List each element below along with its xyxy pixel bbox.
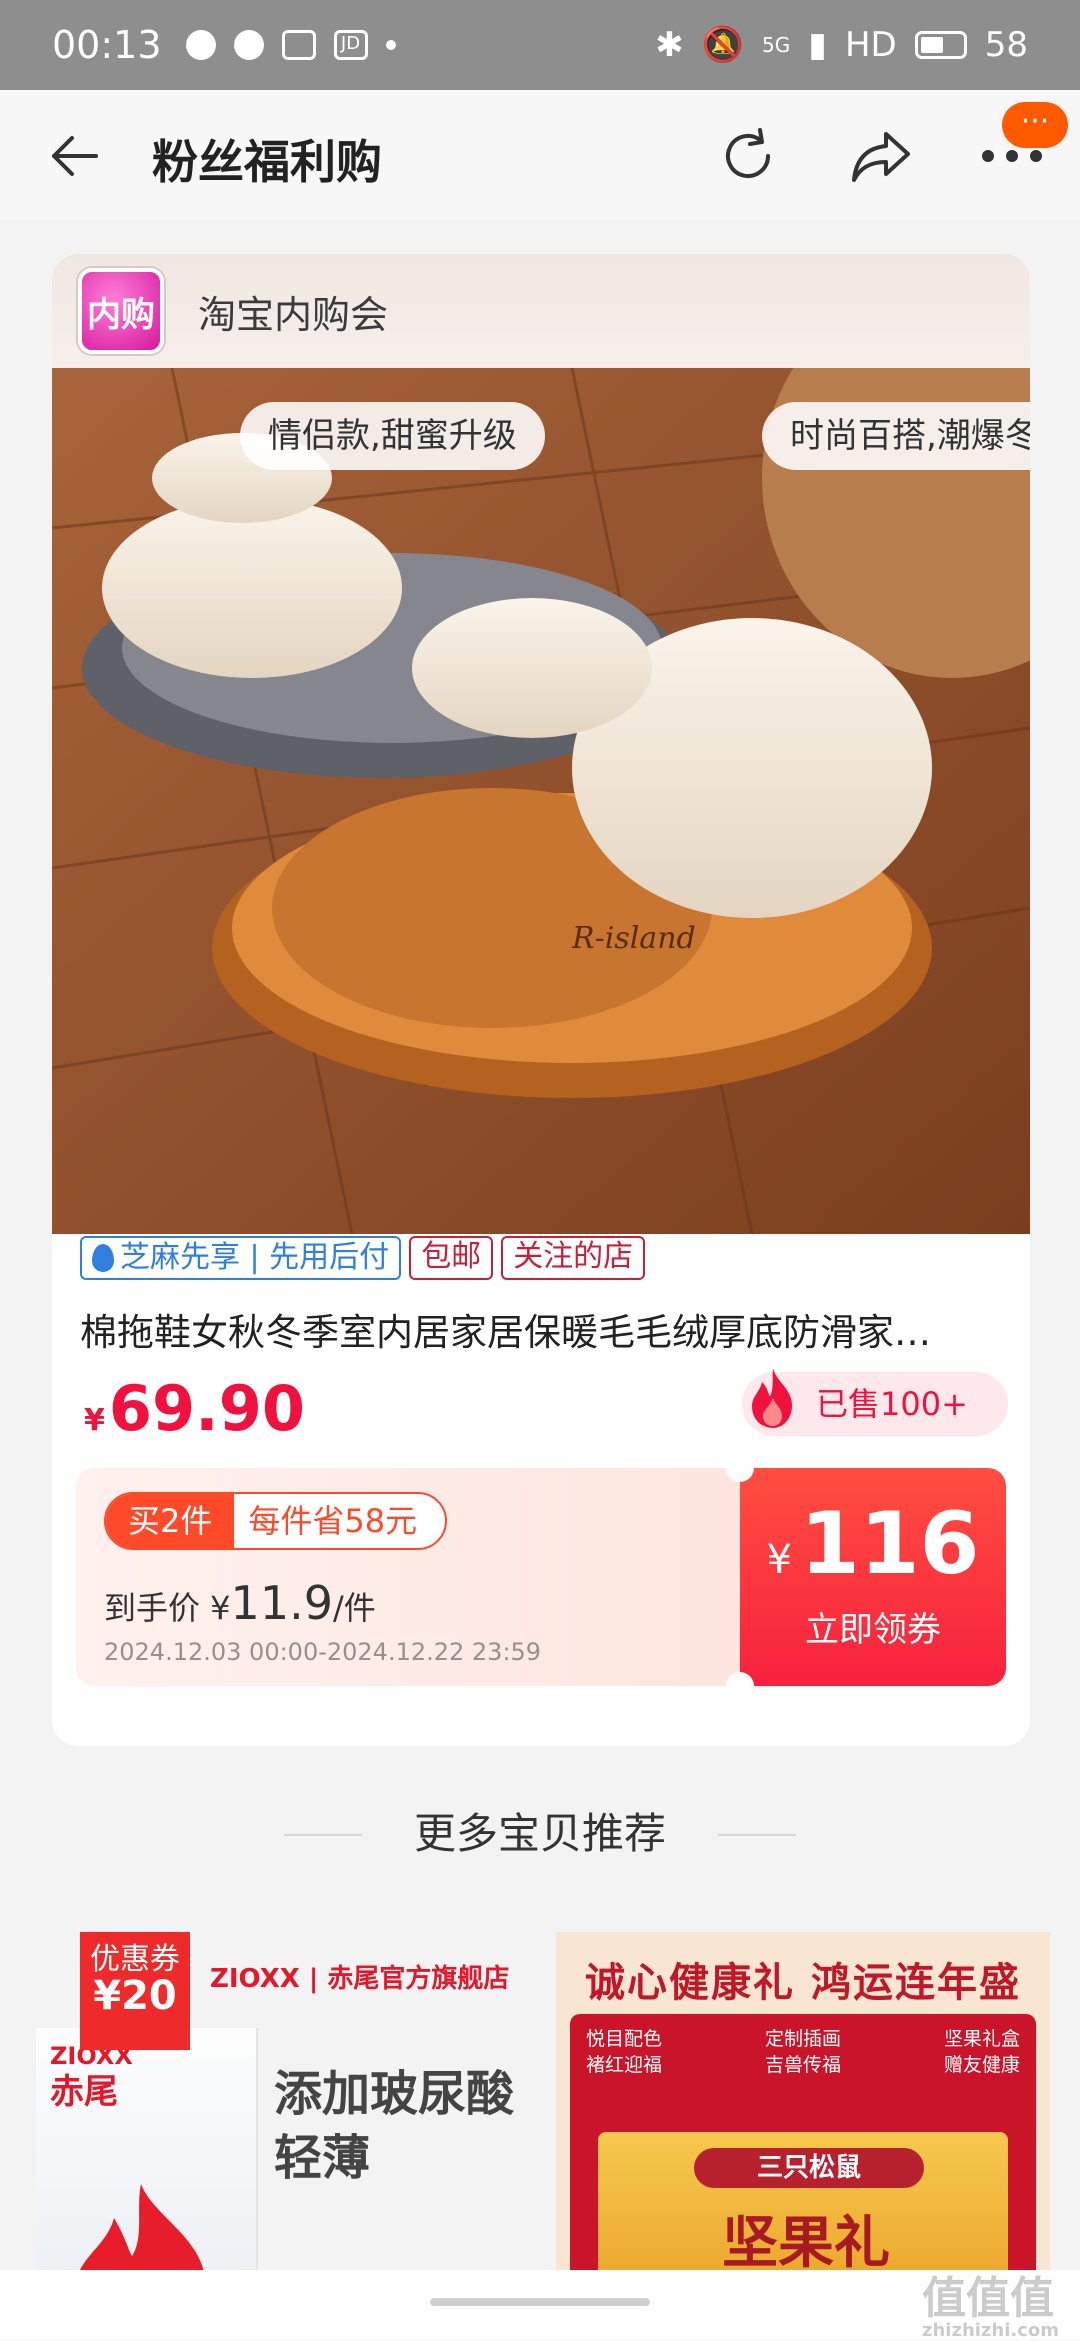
recommend-heading-text: 更多宝贝推荐: [413, 1809, 666, 1858]
feature-item: 坚果礼盒 赠友健康: [944, 2026, 1020, 2078]
product-card[interactable]: 内购 淘宝内购会 R-island 情侣款,甜蜜升级 时尚百搭,潮爆冬 芝麻先享…: [52, 254, 1030, 1746]
claim-coupon-button[interactable]: ¥116 立即领券: [740, 1468, 1006, 1686]
message-icon: [233, 30, 264, 60]
flame-icon: [752, 1368, 792, 1428]
price-currency: ¥: [84, 1403, 105, 1438]
more-notifications-icon: [385, 40, 396, 50]
product-image[interactable]: R-island 情侣款,甜蜜升级 时尚百搭,潮爆冬: [52, 368, 1030, 1234]
shop-header[interactable]: 内购 淘宝内购会: [52, 254, 1030, 368]
mute-icon: 🔕: [701, 25, 745, 65]
save-label: 每件省58元: [248, 1502, 418, 1540]
promo-line: 添加玻尿酸: [274, 2066, 515, 2122]
notification-badge: ···: [1002, 102, 1068, 148]
product-tag: 时尚百搭,潮爆冬: [762, 402, 1030, 470]
page-title: 粉丝福利购: [152, 135, 382, 189]
buy-count-label: 买2件: [106, 1494, 235, 1548]
free-shipping-badge: 包邮: [409, 1236, 494, 1280]
watermark-text: 值值值: [922, 2273, 1054, 2324]
hd-label: HD: [844, 25, 897, 65]
status-right: ✱ 🔕 5G ▮ HD 58: [655, 25, 1028, 65]
watermark-sub: zhizhizhi.com: [922, 2320, 1060, 2341]
feature-line: 褚红迎福: [586, 2054, 663, 2076]
recommend-heading: 更多宝贝推荐: [0, 1800, 1080, 1861]
chat-icon: [185, 30, 216, 60]
watermark: 值值值 zhizhizhi.com: [922, 2262, 1059, 2341]
status-bar: 00:13 JD ✱ 🔕 5G ▮ HD 58: [0, 0, 1080, 90]
home-indicator[interactable]: [430, 2298, 650, 2306]
coupon-amount-value: 116: [799, 1494, 980, 1594]
gift-brand: 三只松鼠: [694, 2148, 924, 2188]
home-indicator-bar: [0, 2270, 1080, 2340]
final-price-line: 到手价 ¥11.9/件: [104, 1576, 376, 1630]
pack-brand-cn: 赤尾: [50, 2072, 118, 2112]
coupon-amount: ¥116: [740, 1494, 1006, 1594]
battery-level: 58: [984, 25, 1028, 65]
followed-store-badge: 关注的店: [501, 1236, 646, 1280]
slippers-illustration: R-island: [52, 368, 1030, 1234]
shop-logo: 内购: [78, 268, 164, 354]
divider: [284, 1834, 362, 1836]
coupon-currency: ¥: [766, 1537, 792, 1583]
final-price-unit: /件: [332, 1589, 376, 1627]
price-value: 69.90: [108, 1372, 305, 1445]
feature-line: 悦目配色: [586, 2028, 663, 2050]
feature-line: 赠友健康: [943, 2054, 1020, 2076]
top-nav-bar: 粉丝福利购: [0, 90, 1080, 220]
product-title[interactable]: 棉拖鞋女秋冬季室内居家居保暖毛毛绒厚底防滑家…: [80, 1302, 1010, 1356]
more-icon[interactable]: [980, 146, 1044, 166]
coupon-banner[interactable]: 买2件 每件省58元 到手价 ¥11.9/件 2024.12.03 00:00-…: [76, 1468, 1006, 1686]
zhima-label: 芝麻先享 | 先用后付: [120, 1240, 390, 1275]
zhima-badge: 芝麻先享 | 先用后付: [80, 1236, 402, 1280]
promo-line: 轻薄: [274, 2130, 371, 2186]
bundle-offer-pill: 买2件 每件省58元: [104, 1492, 448, 1550]
jd-icon: JD: [333, 30, 368, 60]
refresh-icon[interactable]: [718, 126, 778, 186]
feature-line: 定制插画: [764, 2028, 841, 2050]
promo-text: 添加玻尿酸 轻薄: [274, 2062, 514, 2190]
shop-name: 淘宝内购会: [198, 293, 389, 337]
final-price-value: 11.9: [230, 1576, 333, 1630]
zhima-drop-icon: [92, 1244, 114, 1272]
feature-list: 悦目配色褚红迎福 定制插画吉兽传福 坚果礼盒赠友健康: [586, 2026, 1020, 2078]
battery-icon: [914, 31, 967, 59]
promo-title: 诚心健康礼 鸿运连年盛: [585, 1960, 1021, 2006]
feature-item: 悦目配色 褚红迎福: [586, 2026, 662, 2078]
product-price: ¥69.90: [84, 1372, 305, 1445]
store-name: ZIOXX | 赤尾官方旗舰店: [210, 1964, 510, 1994]
network-label: 5G: [762, 33, 791, 57]
coupon-flag: 优惠券 ¥20: [80, 1932, 190, 2050]
feature-item: 定制插画 吉兽传福: [765, 2026, 841, 2078]
product-tag: 情侣款,甜蜜升级: [240, 402, 545, 470]
feature-line: 坚果礼盒: [943, 2028, 1020, 2050]
app-icon: [281, 30, 316, 60]
bluetooth-icon: ✱: [655, 25, 684, 65]
feature-line: 吉兽传福: [764, 2054, 841, 2076]
notification-icons: JD: [185, 30, 396, 60]
coupon-valid-range: 2024.12.03 00:00-2024.12.22 23:59: [104, 1638, 542, 1666]
final-price-prefix: 到手价 ¥: [104, 1589, 231, 1627]
signal-icon: ▮: [808, 25, 827, 65]
service-badges: 芝麻先享 | 先用后付 包邮 关注的店: [80, 1236, 646, 1280]
claim-coupon-label: 立即领券: [805, 1610, 941, 1650]
gift-text: 坚果礼: [722, 2211, 890, 2276]
back-arrow-icon[interactable]: [48, 130, 100, 182]
coupon-flag-value: ¥20: [93, 1973, 177, 2019]
status-time: 00:13: [52, 23, 162, 67]
shoe-brand-text: R-island: [571, 921, 696, 956]
share-icon[interactable]: [850, 128, 912, 184]
coupon-flag-label: 优惠券: [90, 1942, 180, 1977]
divider: [718, 1834, 796, 1836]
